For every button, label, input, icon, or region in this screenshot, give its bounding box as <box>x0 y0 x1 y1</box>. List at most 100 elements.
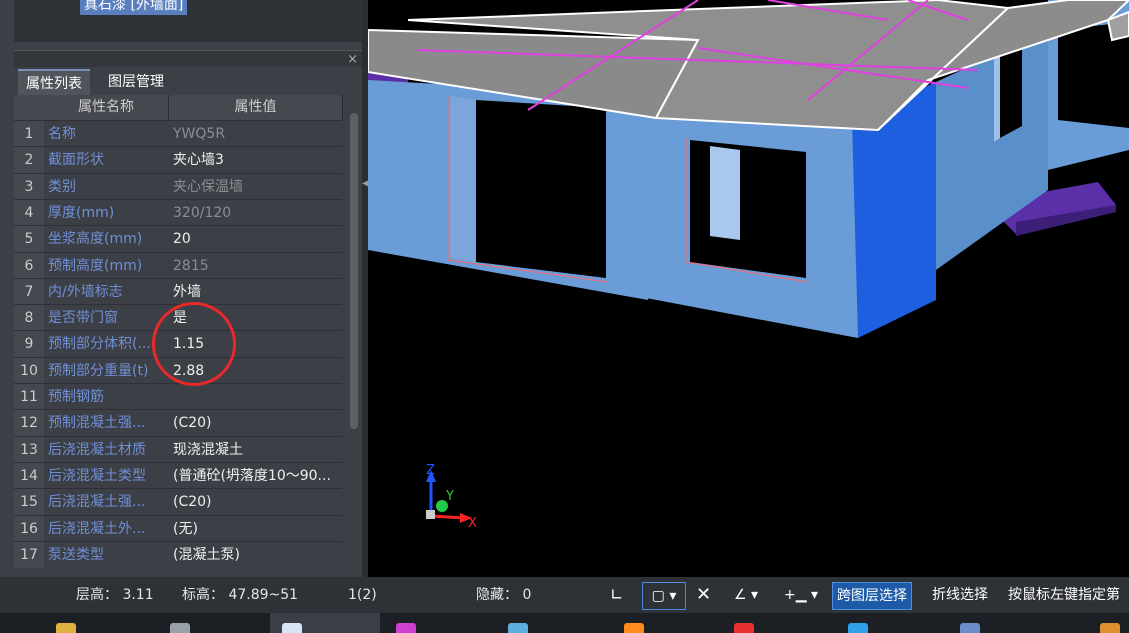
header-index <box>14 95 45 120</box>
building-model: Z Y X <box>368 0 1129 531</box>
property-row[interactable]: 3 类别 夹心保温墙 <box>14 172 346 200</box>
row-index: 4 <box>14 199 44 226</box>
property-name: 预制高度(mm) <box>44 252 172 279</box>
property-value[interactable]: 20 <box>169 226 346 253</box>
property-name: 名称 <box>44 121 172 147</box>
property-row[interactable]: 15 后浇混凝土强... (C20) <box>14 488 346 516</box>
header-property-value[interactable]: 属性值 <box>169 95 343 120</box>
taskbar-app-icon[interactable] <box>848 623 868 633</box>
property-name: 类别 <box>44 173 172 200</box>
property-name: 后浇混凝土外... <box>44 515 172 542</box>
row-index: 8 <box>14 305 44 332</box>
tab-property-list[interactable]: 属性列表 <box>18 69 90 97</box>
taskbar-app-icon[interactable] <box>396 623 416 633</box>
ortho-icon[interactable]: ∟ <box>610 582 623 608</box>
taskbar-app-icon[interactable] <box>960 623 980 633</box>
status-bar: 层高： 3.11 标高： 47.89~51 1(2) 隐藏： 0 ∟ ▢ ▾ ✕… <box>0 577 1129 613</box>
3d-viewport[interactable]: Z Y X <box>368 0 1129 577</box>
property-value[interactable]: YWQ5R <box>169 121 346 147</box>
property-name: 坐浆高度(mm) <box>44 226 172 253</box>
scrollbar-thumb[interactable] <box>350 113 358 429</box>
row-index: 1 <box>14 121 44 147</box>
taskbar-app-icon[interactable] <box>734 623 754 633</box>
property-row[interactable]: 5 坐浆高度(mm) 20 <box>14 225 346 253</box>
cross-icon[interactable]: ✕ <box>696 582 711 608</box>
row-index: 3 <box>14 173 44 200</box>
row-index: 11 <box>14 384 44 410</box>
property-row[interactable]: 7 内/外墙标志 外墙 <box>14 277 346 305</box>
taskbar-app-icon[interactable] <box>508 623 528 633</box>
taskbar-app-icon[interactable] <box>624 623 644 633</box>
row-index: 16 <box>14 515 44 542</box>
taskbar-app-icon[interactable] <box>170 623 190 633</box>
property-row[interactable]: 6 预制高度(mm) 2815 <box>14 251 346 279</box>
axis-y-label: Y <box>445 489 454 504</box>
floor-height: 层高： 3.11 <box>76 587 154 603</box>
command-hint: 按鼠标左键指定第 <box>1008 587 1120 603</box>
angle-icon[interactable]: ∠ ▾ <box>734 582 758 608</box>
property-name: 预制混凝土强... <box>44 410 172 437</box>
row-index: 13 <box>14 436 44 463</box>
close-icon[interactable]: × <box>347 51 358 68</box>
row-index: 12 <box>14 410 44 437</box>
axis-x-label: X <box>468 516 477 531</box>
property-value[interactable]: 外墙 <box>169 278 346 305</box>
property-name: 后浇混凝土类型 <box>44 462 172 489</box>
property-name: 后浇混凝土材质 <box>44 436 172 463</box>
property-value[interactable]: (C20) <box>169 489 346 516</box>
property-row[interactable]: 11 预制钢筋 <box>14 383 346 410</box>
property-value[interactable]: (C20) <box>169 410 346 437</box>
property-name: 预制钢筋 <box>44 384 172 410</box>
row-index: 10 <box>14 357 44 384</box>
axis-z-label: Z <box>426 463 435 478</box>
row-index: 17 <box>14 541 44 568</box>
property-value[interactable]: 夹心墙3 <box>169 147 346 174</box>
property-row[interactable]: 14 后浇混凝土类型 (普通砼(坍落度10～90... <box>14 461 346 489</box>
taskbar <box>0 613 1129 633</box>
header-property-name[interactable]: 属性名称 <box>44 95 169 120</box>
property-value[interactable]: 夹心保温墙 <box>169 173 346 200</box>
property-value[interactable]: (混凝土泵) <box>169 541 346 568</box>
row-index: 6 <box>14 252 44 279</box>
taskbar-active-app[interactable] <box>270 613 380 633</box>
row-index: 5 <box>14 226 44 253</box>
row-index: 14 <box>14 462 44 489</box>
property-row[interactable]: 4 厚度(mm) 320/120 <box>14 198 346 226</box>
property-name: 泵送类型 <box>44 541 172 568</box>
grid-scrollbar[interactable] <box>346 95 360 577</box>
property-row[interactable]: 17 泵送类型 (混凝土泵) <box>14 540 346 568</box>
panel-titlebar: × <box>14 50 366 68</box>
property-name: 厚度(mm) <box>44 199 172 226</box>
row-index: 7 <box>14 278 44 305</box>
property-name: 预制部分重量(t) <box>44 357 172 384</box>
property-name: 截面形状 <box>44 147 172 174</box>
select-mode-icon[interactable]: ▢ ▾ <box>642 582 686 610</box>
layer-tree-area: 真石漆 [外墙面] <box>14 0 366 42</box>
property-value[interactable]: (普通砼(坍落度10～90... <box>169 462 346 489</box>
property-value[interactable] <box>169 384 346 410</box>
property-row[interactable]: 12 预制混凝土强... (C20) <box>14 409 346 437</box>
taskbar-app-icon[interactable] <box>1100 623 1120 633</box>
property-value[interactable]: 320/120 <box>169 199 346 226</box>
row-index: 9 <box>14 331 44 358</box>
property-value[interactable]: 现浇混凝土 <box>169 436 346 463</box>
elevation: 标高： 47.89~51 <box>182 587 299 603</box>
property-row[interactable]: 1 名称 YWQ5R <box>14 120 346 147</box>
tree-item-selected[interactable]: 真石漆 [外墙面] <box>80 0 188 15</box>
property-row[interactable]: 2 截面形状 夹心墙3 <box>14 146 346 174</box>
property-name: 内/外墙标志 <box>44 278 172 305</box>
row-index: 2 <box>14 147 44 174</box>
hidden-count: 隐藏： 0 <box>476 587 532 603</box>
property-row[interactable]: 16 后浇混凝土外... (无) <box>14 514 346 542</box>
tab-layer-management[interactable]: 图层管理 <box>100 69 172 95</box>
cross-layer-select-button[interactable]: 跨图层选择 <box>832 582 912 610</box>
red-highlight-circle <box>152 302 236 386</box>
taskbar-app-icon[interactable] <box>56 623 76 633</box>
property-value[interactable]: 2815 <box>169 252 346 279</box>
panel-tabs: 属性列表 图层管理 <box>14 67 366 97</box>
property-value[interactable]: (无) <box>169 515 346 542</box>
snap-icon[interactable]: +▁ ▾ <box>784 582 818 608</box>
property-row[interactable]: 13 后浇混凝土材质 现浇混凝土 <box>14 435 346 463</box>
property-name: 后浇混凝土强... <box>44 489 172 516</box>
polyline-select-button[interactable]: 折线选择 <box>932 582 988 608</box>
